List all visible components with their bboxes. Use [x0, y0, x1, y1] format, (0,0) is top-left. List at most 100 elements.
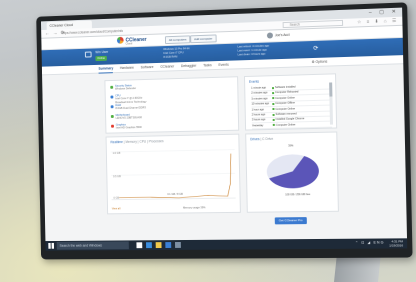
summary-row-text: Security Status Windows Defender	[115, 84, 136, 91]
drives-label: Drives	[250, 137, 259, 141]
online-status-badge: Online	[95, 56, 107, 61]
event-icon	[272, 92, 274, 94]
system-info-column: Windows 10 Pro 64-bit Intel Core i7 CPU …	[163, 47, 189, 60]
app-icon[interactable]	[175, 242, 181, 248]
summary-row-text: Motherboard LENOVO 20BTS0UA00	[116, 113, 142, 120]
computer-name: Win User	[95, 50, 108, 54]
event-icon	[272, 97, 274, 99]
summary-row-detail: Windows Defender	[115, 87, 136, 91]
memory-usage-graph: 1.0 GB 0.5 GB 0 GB 3.1 GB / 8 GB	[111, 144, 236, 205]
tick-label: 1.0 GB	[113, 151, 121, 155]
file-explorer-icon[interactable]	[156, 242, 162, 248]
baseline	[112, 198, 236, 200]
tick-label: 0.5 GB	[113, 174, 121, 178]
refresh-icon[interactable]: ⟳	[313, 45, 318, 52]
status-icon	[110, 86, 113, 89]
account-menu[interactable]: Joe's Acct	[267, 32, 290, 39]
all-computers-button[interactable]: All computers	[165, 35, 191, 44]
memory-usage-caption: Memory usage 39%	[183, 206, 206, 209]
windows-taskbar: Search the web and Windows ⌃ ⊡ ◢ ENG 4:3…	[45, 238, 407, 250]
tab-summary[interactable]: Summary	[98, 64, 113, 73]
tab-software[interactable]: Software	[141, 63, 154, 72]
event-icon	[273, 113, 275, 115]
summary-row: Graphics Intel HD Graphics 5500	[111, 123, 142, 130]
disk-caption: 100 GB / 256 GB free	[285, 193, 310, 196]
event-icon	[273, 119, 275, 121]
drives-title: Drives | C Drive	[250, 137, 273, 141]
drives-panel: Drives | C Drive 39% 100 GB / 256 GB fre…	[245, 131, 339, 212]
gridline	[111, 150, 235, 152]
drive-selector[interactable]: C Drive	[262, 137, 273, 141]
monitor-bezel: CCleaner Cloud – ▢ ✕ ← → ⟳ https://www.c…	[36, 2, 412, 259]
event-icon	[272, 87, 274, 89]
window-controls[interactable]: – ▢ ✕	[369, 9, 399, 16]
summary-row: Security Status Windows Defender	[110, 84, 136, 91]
tab-cpu[interactable]: CPU	[139, 140, 146, 144]
summary-row: RAM 8.0GB Dual-Channel DDR3	[111, 103, 146, 110]
computer-icon	[85, 51, 92, 57]
status-icon	[111, 115, 114, 118]
scrollbar-thumb[interactable]	[329, 82, 332, 96]
summary-row: Motherboard LENOVO 20BTS0UA00	[111, 113, 142, 120]
events-title: Events	[249, 80, 259, 84]
tab-tasks[interactable]: Tasks	[203, 61, 212, 70]
tab-hardware[interactable]: Hardware	[120, 64, 134, 73]
language-indicator: ENG	[373, 241, 384, 245]
summary-row-detail: LENOVO 20BTS0UA00	[116, 117, 142, 121]
summary-row-detail: 8.0GB Dual-Channel DDR3	[115, 107, 145, 111]
events-panel: Events 1 minute ago Software installed 2 m…	[244, 73, 337, 130]
tab-events[interactable]: Events	[218, 61, 228, 70]
tab-memory[interactable]: Memory	[125, 140, 136, 144]
activity-info-column: Last reboot: 4 minutes ago Last event: 1…	[237, 44, 269, 57]
summary-row-text: Graphics Intel HD Graphics 5500	[116, 123, 142, 130]
clock-date: 1/19/2016	[389, 243, 403, 247]
realtime-label: Realtime	[110, 140, 122, 144]
event-icon	[272, 108, 274, 110]
tab-defraggler[interactable]: Defraggler	[181, 62, 197, 71]
events-scrollbar[interactable]	[329, 82, 333, 124]
summary-row-text: RAM 8.0GB Dual-Channel DDR3	[115, 103, 146, 110]
options-menu[interactable]: ⚙ Options	[311, 58, 327, 66]
system-info-ram: 8.0GB RAM	[163, 55, 189, 60]
event-icon	[272, 103, 274, 105]
current-value-label: 3.1 GB / 8 GB	[167, 192, 183, 196]
edge-browser-icon[interactable]	[146, 242, 152, 248]
disk-usage-chart	[264, 151, 321, 192]
summary-panel: Security Status Windows Defender CPU Intel …	[104, 76, 239, 133]
event-description: Computer Online	[276, 122, 296, 127]
tick-label: 0 GB	[113, 196, 119, 200]
browser-toolbar-icons[interactable]: ☆ ≡ ⬇ ⌂ ☰	[357, 17, 398, 27]
gridline	[111, 173, 235, 175]
store-icon[interactable]	[165, 242, 171, 248]
event-row[interactable]: Yesterday Computer Online	[252, 121, 332, 129]
upgrade-button[interactable]: Get CCleaner Pro	[275, 217, 307, 224]
avatar-icon	[267, 32, 273, 38]
ccleaner-logo[interactable]: CCleaner Cloud	[117, 36, 147, 44]
options-label: Options	[315, 60, 327, 64]
tab-processes[interactable]: Processes	[149, 139, 164, 143]
activity-last-clean: Last clean: 4 hours ago	[238, 52, 270, 57]
event-icon	[273, 124, 275, 126]
screen: CCleaner Cloud – ▢ ✕ ← → ⟳ https://www.c…	[41, 8, 407, 251]
monitor-perspective: CCleaner Cloud – ▢ ✕ ← → ⟳ https://www.c…	[0, 0, 416, 282]
ccleaner-logo-icon	[117, 37, 124, 44]
add-computer-button[interactable]: Add computer	[190, 34, 216, 43]
realtime-panel: Realtime | Memory | CPU | Processes 1.0 …	[106, 134, 241, 215]
status-icon	[111, 105, 114, 108]
taskbar-search-input[interactable]: Search the web and Windows	[57, 241, 129, 249]
event-time: Yesterday	[252, 123, 263, 128]
status-icon	[111, 125, 114, 128]
summary-row-detail: Intel HD Graphics 5500	[116, 126, 142, 130]
view-all-link[interactable]: View all	[112, 207, 121, 210]
status-icon	[110, 96, 113, 99]
browser-search-input[interactable]: Search	[283, 20, 344, 28]
account-name: Joe's Acct	[275, 32, 290, 38]
realtime-title: Realtime | Memory | CPU | Processes	[110, 139, 163, 144]
system-tray-icons[interactable]: ⌃ ⊡ ◢ ENG	[355, 241, 384, 245]
tab-ccleaner[interactable]: CCleaner	[160, 62, 174, 71]
memory-line	[118, 154, 231, 199]
task-view-icon[interactable]	[136, 242, 142, 248]
clock[interactable]: 4:31 PM 1/19/2016	[389, 239, 403, 247]
windows-start-icon[interactable]	[48, 243, 54, 249]
logo-subtitle: Cloud	[126, 42, 133, 45]
